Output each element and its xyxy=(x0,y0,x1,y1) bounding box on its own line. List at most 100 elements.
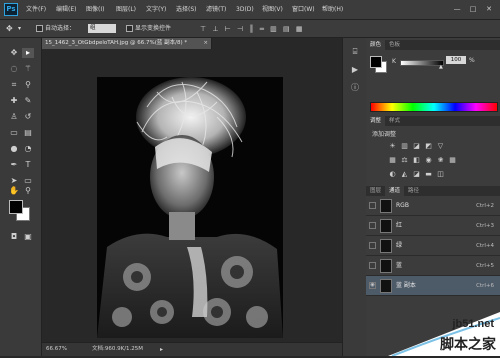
maximize-button[interactable]: □ xyxy=(466,4,480,15)
align-buttons-icon[interactable]: ⊤ ⊥ ⊢ ⊣ ║ ═ ▥ ▤ ▦ xyxy=(200,20,304,38)
hand-tool-icon[interactable]: ✋ xyxy=(8,186,20,196)
channel-shortcut: Ctrl+4 xyxy=(476,243,494,249)
curves-icon[interactable]: ◪ xyxy=(412,142,421,150)
gradient-map-icon[interactable]: ▬ xyxy=(424,170,433,178)
brightness-icon[interactable]: ☀ xyxy=(388,142,397,150)
properties-panel-icon[interactable]: ⓘ xyxy=(349,82,361,93)
auto-select-option[interactable]: 自动选择： xyxy=(36,20,75,38)
magic-wand-icon[interactable]: ⚚ xyxy=(22,64,34,74)
move-tool-icon[interactable]: ✥ xyxy=(6,20,13,38)
channel-row-blue-copy[interactable]: ◉ 蓝 副本 Ctrl+6 xyxy=(366,276,500,296)
channel-row-rgb[interactable]: RGB Ctrl+2 xyxy=(366,196,500,216)
foreground-color-swatch[interactable] xyxy=(9,200,23,214)
path-selection-icon[interactable]: ➤ xyxy=(8,176,20,186)
visibility-toggle[interactable] xyxy=(369,262,376,269)
threshold-icon[interactable]: ◪ xyxy=(412,170,421,178)
vibrance-icon[interactable]: ▽ xyxy=(436,142,445,150)
menu-view[interactable]: 视图(V) xyxy=(262,0,283,20)
status-bar: 66.67% 文档:960.9K/1.25M ▸ xyxy=(42,342,342,356)
tab-color[interactable]: 颜色 xyxy=(366,40,386,50)
tool-preset-dropdown-icon[interactable]: ▾ xyxy=(18,20,21,38)
history-brush-icon[interactable]: ↺ xyxy=(22,112,34,122)
bw-icon[interactable]: ◧ xyxy=(412,156,421,164)
status-menu-arrow-icon[interactable]: ▸ xyxy=(160,343,163,356)
channel-thumbnail xyxy=(380,239,392,253)
gradient-tool-icon[interactable]: ▤ xyxy=(22,128,34,138)
channel-row-blue[interactable]: 蓝 Ctrl+5 xyxy=(366,256,500,276)
k-slider-label: K xyxy=(392,58,396,65)
visibility-toggle[interactable] xyxy=(369,222,376,229)
channel-thumbnail xyxy=(380,199,392,213)
show-transform-option[interactable]: 显示变换控件 xyxy=(126,20,171,38)
color-spectrum-ramp[interactable] xyxy=(370,102,498,112)
hue-icon[interactable]: ▦ xyxy=(388,156,397,164)
clone-stamp-icon[interactable]: ♙ xyxy=(8,112,20,122)
menu-select[interactable]: 选择(S) xyxy=(176,0,197,20)
quick-mask-icon[interactable]: ◘ xyxy=(8,232,20,242)
blur-tool-icon[interactable]: ● xyxy=(8,144,20,154)
portrait-channel-image xyxy=(97,77,283,338)
k-slider[interactable] xyxy=(400,60,444,66)
type-tool-icon[interactable]: T xyxy=(22,160,34,170)
menu-window[interactable]: 窗口(W) xyxy=(292,0,315,20)
lasso-tool-icon[interactable]: ◌ xyxy=(8,64,20,74)
color-fg-swatch[interactable] xyxy=(370,56,382,68)
menu-type[interactable]: 文字(Y) xyxy=(146,0,166,20)
healing-brush-icon[interactable]: ✚ xyxy=(8,96,20,106)
channel-row-red[interactable]: 红 Ctrl+3 xyxy=(366,216,500,236)
k-slider-thumb-icon[interactable]: ▲ xyxy=(439,64,443,70)
auto-select-checkbox[interactable] xyxy=(36,25,43,32)
document-title: 15_1462_3_OtGbdpeloTAH.jpg @ 66.7%(蓝 副本/… xyxy=(45,40,188,46)
eye-icon[interactable]: ◉ xyxy=(369,282,376,289)
eyedropper-icon[interactable]: ⚲ xyxy=(22,80,34,90)
document-image[interactable] xyxy=(97,77,283,338)
eraser-icon[interactable]: ▭ xyxy=(8,128,20,138)
auto-select-dropdown[interactable]: 组 xyxy=(88,24,116,33)
menu-filter[interactable]: 滤镜(T) xyxy=(206,0,226,20)
brush-tool-icon[interactable]: ✎ xyxy=(22,96,34,106)
move-tool-icon[interactable]: ✥ xyxy=(8,48,20,58)
tab-styles[interactable]: 样式 xyxy=(385,116,404,126)
menu-image[interactable]: 图像(I) xyxy=(86,0,104,20)
close-document-icon[interactable]: × xyxy=(203,38,208,49)
zoom-level[interactable]: 66.67% xyxy=(46,343,67,356)
shape-tool-icon[interactable]: ▭ xyxy=(22,176,34,186)
photo-filter-icon[interactable]: ◉ xyxy=(424,156,433,164)
posterize-icon[interactable]: ◭ xyxy=(400,170,409,178)
channel-row-green[interactable]: 绿 Ctrl+4 xyxy=(366,236,500,256)
actions-panel-icon[interactable]: ▶ xyxy=(349,64,361,75)
tab-layers[interactable]: 图层 xyxy=(366,186,385,196)
tab-adjustments[interactable]: 调整 xyxy=(366,116,386,126)
lookup-icon[interactable]: ▦ xyxy=(448,156,457,164)
channel-mixer-icon[interactable]: ❀ xyxy=(436,156,445,164)
zoom-tool-icon[interactable]: ⚲ xyxy=(22,186,34,196)
show-transform-checkbox[interactable] xyxy=(126,25,133,32)
screen-mode-icon[interactable]: ▣ xyxy=(22,232,34,242)
color-balance-icon[interactable]: ⚖ xyxy=(400,156,409,164)
exposure-icon[interactable]: ◩ xyxy=(424,142,433,150)
tab-swatches[interactable]: 色板 xyxy=(385,40,404,50)
menu-3d[interactable]: 3D(D) xyxy=(236,0,254,20)
levels-icon[interactable]: ▥ xyxy=(400,142,409,150)
move-tool-active-icon[interactable]: ▸ xyxy=(22,48,34,58)
crop-tool-icon[interactable]: ⌗ xyxy=(8,80,20,90)
options-bar: ✥ ▾ 自动选择： 组 显示变换控件 ⊤ ⊥ ⊢ ⊣ ║ ═ ▥ ▤ ▦ xyxy=(0,20,500,38)
menu-help[interactable]: 帮助(H) xyxy=(322,0,343,20)
pen-tool-icon[interactable]: ✒ xyxy=(8,160,20,170)
visibility-toggle[interactable] xyxy=(369,202,376,209)
menu-file[interactable]: 文件(F) xyxy=(26,0,46,20)
invert-icon[interactable]: ◐ xyxy=(388,170,397,178)
minimize-button[interactable]: — xyxy=(450,4,464,15)
visibility-toggle[interactable] xyxy=(369,242,376,249)
close-window-button[interactable]: ✕ xyxy=(482,4,496,15)
tab-paths[interactable]: 路径 xyxy=(404,186,423,196)
menu-layer[interactable]: 图层(L) xyxy=(116,0,136,20)
tab-channels[interactable]: 通道 xyxy=(385,186,405,196)
menu-edit[interactable]: 编辑(E) xyxy=(56,0,76,20)
dodge-tool-icon[interactable]: ◔ xyxy=(22,144,34,154)
k-value-input[interactable]: 100 xyxy=(446,56,466,64)
history-panel-icon[interactable]: ⌸ xyxy=(349,46,361,57)
document-tab[interactable]: 15_1462_3_OtGbdpeloTAH.jpg @ 66.7%(蓝 副本/… xyxy=(42,38,212,49)
channel-name: 红 xyxy=(396,222,403,229)
selective-color-icon[interactable]: ◫ xyxy=(436,170,445,178)
